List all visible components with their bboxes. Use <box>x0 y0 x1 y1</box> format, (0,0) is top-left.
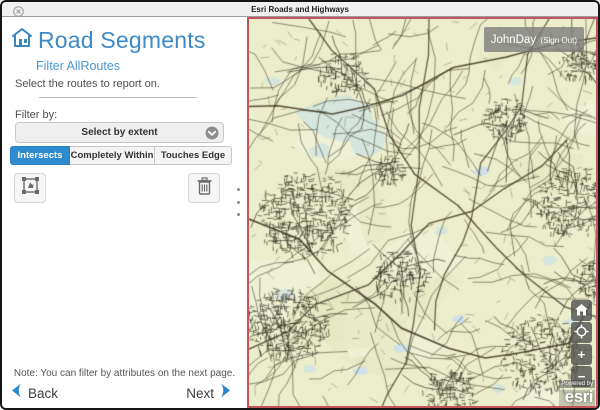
app-window: Esri Roads and Highways Road Segments Fi… <box>0 0 600 410</box>
dropdown-selected-value: Select by extent <box>81 127 157 138</box>
home-building-icon <box>11 27 33 54</box>
chevron-down-icon <box>205 126 219 145</box>
trash-icon <box>196 177 213 200</box>
spatial-filter-tabs: Intersects Completely Within Touches Edg… <box>10 146 232 165</box>
map-canvas[interactable] <box>249 19 596 406</box>
map-viewport[interactable]: JohnDay (Sign Out) <box>247 17 598 408</box>
chevron-right-icon <box>220 383 232 403</box>
filter-subtitle: Filter AllRoutes <box>36 59 120 73</box>
note-text: Note: You can filter by attributes on th… <box>2 368 247 379</box>
close-icon[interactable] <box>13 4 24 15</box>
filter-by-label: Filter by: <box>15 109 57 121</box>
delete-selection-button[interactable] <box>188 173 220 203</box>
back-button[interactable]: Back <box>10 383 58 403</box>
tab-touches-edge[interactable]: Touches Edge <box>155 146 232 165</box>
map-attribution: Powered by esri <box>559 372 595 406</box>
user-name: JohnDay <box>491 34 536 46</box>
esri-logo: esri <box>559 390 595 406</box>
locate-button[interactable] <box>571 322 592 343</box>
locate-icon <box>574 324 589 341</box>
instruction-text: Select the routes to report on. <box>15 78 160 90</box>
tab-intersects[interactable]: Intersects <box>10 146 70 165</box>
user-sign-out-button[interactable]: JohnDay (Sign Out) <box>484 27 584 52</box>
home-extent-button[interactable] <box>571 300 592 321</box>
sidebar-panel: Road Segments Filter AllRoutes Select th… <box>2 17 247 408</box>
select-by-dropdown[interactable]: Select by extent <box>15 122 224 143</box>
chevron-left-icon <box>10 383 22 403</box>
page-title-row: Road Segments <box>11 27 206 54</box>
back-label: Back <box>28 386 58 401</box>
next-button[interactable]: Next <box>186 383 232 403</box>
draw-extent-button[interactable] <box>14 173 46 203</box>
next-label: Next <box>186 386 214 401</box>
window-title: Esri Roads and Highways <box>2 2 598 17</box>
zoom-in-button[interactable]: + <box>571 344 592 365</box>
page-title: Road Segments <box>38 27 206 54</box>
titlebar: Esri Roads and Highways <box>2 2 598 17</box>
home-icon <box>575 304 588 318</box>
tab-completely-within[interactable]: Completely Within <box>70 146 155 165</box>
draw-extent-icon <box>21 176 40 200</box>
panel-resize-handle[interactable] <box>234 188 242 216</box>
sign-out-label: (Sign Out) <box>541 36 577 45</box>
divider <box>39 97 197 98</box>
